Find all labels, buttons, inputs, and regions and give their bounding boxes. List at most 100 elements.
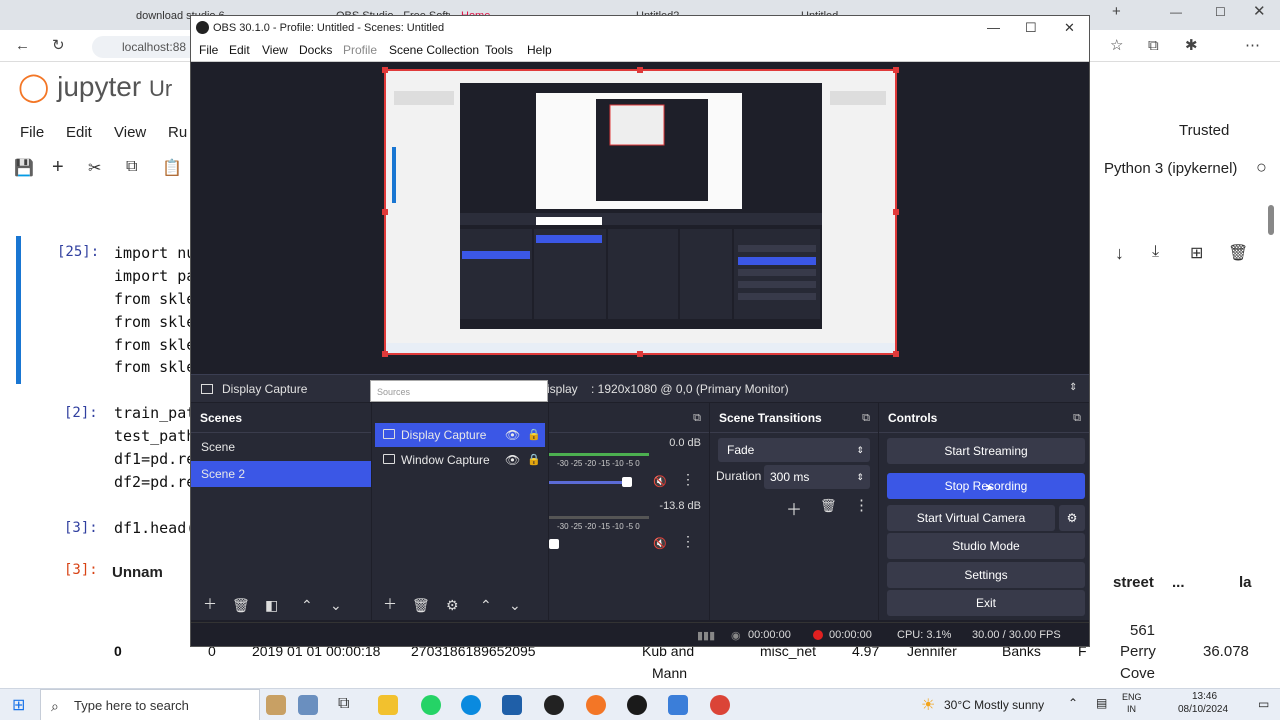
code-line[interactable]: df1=pd.re [114, 450, 195, 468]
display-select[interactable]: : 1920x1080 @ 0,0 (Primary Monitor) [591, 382, 789, 396]
new-tab-icon[interactable]: + [1112, 0, 1121, 28]
clock-time[interactable]: 13:46 [1192, 691, 1217, 702]
code-line[interactable]: test_path [114, 427, 195, 445]
back-icon[interactable]: ← [15, 30, 30, 62]
virtual-camera-settings-icon[interactable]: ⚙ [1059, 505, 1085, 531]
menu-scene-collection[interactable]: Scene Collection [389, 43, 479, 57]
menu-tools[interactable]: Tools [485, 43, 513, 57]
code-line[interactable]: from skle [114, 336, 195, 354]
move-down-icon[interactable]: ⌄ [509, 597, 521, 614]
volume-slider-knob[interactable] [622, 477, 632, 487]
copy-icon[interactable]: ⧉ [126, 158, 137, 176]
exit-button[interactable]: Exit [887, 590, 1085, 616]
transition-menu-icon[interactable]: ⋮ [854, 496, 869, 514]
preview-area[interactable] [191, 62, 1089, 374]
chrome-icon[interactable] [710, 695, 730, 715]
add-scene-icon[interactable]: ＋ [203, 594, 217, 614]
menu-docks[interactable]: Docks [299, 43, 332, 57]
jupyter-taskbar-icon[interactable] [586, 695, 606, 715]
language-region[interactable]: IN [1127, 704, 1136, 714]
cut-icon[interactable]: ✂ [88, 158, 101, 178]
scene-item-selected[interactable]: Scene 2 [191, 461, 371, 487]
add-source-icon[interactable]: ＋ [383, 594, 397, 614]
paste-icon[interactable]: 📋 [162, 158, 182, 178]
dock-popout-icon[interactable]: ⧉ [862, 403, 870, 433]
insert-below-icon[interactable]: ⤓ [1152, 243, 1159, 261]
resize-handle[interactable] [382, 209, 388, 215]
extensions-icon[interactable]: ✱ [1185, 30, 1198, 62]
code-line[interactable]: import nu [114, 244, 195, 262]
transition-select[interactable]: Fade ⇕ [718, 438, 870, 462]
obs-taskbar-icon[interactable] [544, 695, 564, 715]
taskbar-app-icon[interactable] [298, 695, 318, 715]
move-up-icon[interactable]: ⌃ [480, 597, 492, 614]
scene-filters-icon[interactable]: ◧ [265, 597, 278, 614]
move-down-icon[interactable]: ⌄ [330, 597, 342, 614]
resize-handle[interactable] [893, 67, 899, 73]
taskbar-search[interactable]: ⌕ Type here to search [40, 689, 260, 720]
notifications-icon[interactable]: ▭ [1258, 697, 1269, 711]
move-up-icon[interactable]: ⌃ [301, 597, 313, 614]
insert-above-icon[interactable]: ⊞ [1190, 243, 1203, 263]
menu-icon[interactable]: ⋯ [1245, 30, 1260, 62]
file-explorer-icon[interactable] [378, 695, 398, 715]
lock-icon[interactable]: 🔒 [527, 423, 541, 447]
start-virtual-camera-button[interactable]: Start Virtual Camera [887, 505, 1055, 531]
studio-mode-button[interactable]: Studio Mode [887, 533, 1085, 559]
maximize-icon[interactable]: ☐ [1025, 16, 1037, 40]
network-icon[interactable]: ▤ [1096, 696, 1107, 710]
maximize-icon[interactable]: ☐ [1215, 0, 1226, 28]
code-line[interactable]: train_pat [114, 404, 195, 422]
preview-canvas[interactable] [382, 67, 899, 357]
mute-icon[interactable]: 🔇 [653, 475, 667, 488]
minimize-icon[interactable]: — [1170, 0, 1182, 28]
jupyter-menu-file[interactable]: File [20, 124, 44, 141]
clock-date[interactable]: 08/10/2024 [1178, 704, 1228, 715]
favorites-icon[interactable]: ☆ [1110, 30, 1123, 62]
lock-icon[interactable]: 🔒 [527, 448, 541, 472]
volume-slider-knob[interactable] [549, 539, 559, 549]
jupyter-menu-view[interactable]: View [114, 124, 146, 141]
resize-handle[interactable] [893, 209, 899, 215]
trusted-indicator[interactable]: Trusted [1179, 122, 1229, 139]
jupyter-menu-run[interactable]: Ru [168, 124, 187, 141]
duration-input[interactable]: 300 ms ⇕ [764, 465, 870, 489]
menu-view[interactable]: View [262, 43, 288, 57]
settings-button[interactable]: Settings [887, 562, 1085, 588]
close-icon[interactable]: ✕ [1064, 16, 1075, 40]
mute-icon[interactable]: 🔇 [653, 537, 667, 550]
weather-text[interactable]: 30°C Mostly sunny [944, 698, 1044, 712]
remove-source-icon[interactable]: 🗑 [412, 597, 430, 614]
taskbar-app-icon[interactable] [502, 695, 522, 715]
resize-handle[interactable] [637, 351, 643, 357]
whatsapp-icon[interactable] [421, 695, 441, 715]
code-line[interactable]: from skle [114, 313, 195, 331]
scene-item[interactable]: Scene [191, 434, 371, 460]
source-properties-icon[interactable]: ⚙ [446, 597, 459, 614]
menu-help[interactable]: Help [527, 43, 552, 57]
dock-popout-icon[interactable]: ⧉ [693, 403, 701, 433]
dropdown-icon[interactable]: ⇕ [1069, 382, 1077, 393]
reload-icon[interactable]: ↻ [52, 30, 65, 62]
delete-cell-icon[interactable]: 🗑 [1228, 243, 1248, 263]
code-line[interactable]: from skle [114, 358, 195, 376]
windows-start-icon[interactable]: ⊞ [12, 695, 25, 715]
menu-profile[interactable]: Profile [343, 43, 377, 57]
kernel-name[interactable]: Python 3 (ipykernel) [1104, 160, 1237, 177]
taskbar-app-icon[interactable] [668, 695, 688, 715]
save-icon[interactable]: 💾 [14, 158, 34, 178]
move-down-icon[interactable]: ↓ [1115, 243, 1124, 264]
code-line[interactable]: df1.head( [114, 519, 195, 537]
channel-menu-icon[interactable]: ⋮ [681, 533, 695, 550]
resize-handle[interactable] [637, 67, 643, 73]
visibility-eye-icon[interactable]: 👁 [505, 448, 520, 472]
remove-transition-icon[interactable]: 🗑 [820, 498, 837, 514]
visibility-eye-icon[interactable]: 👁 [505, 423, 520, 447]
dock-popout-icon[interactable]: ⧉ [1073, 403, 1081, 433]
source-item[interactable]: Window Capture 👁 🔒 [375, 448, 545, 472]
source-item[interactable]: Display Capture 👁 🔒 [375, 423, 545, 447]
task-view-icon[interactable]: ⧉ [338, 695, 349, 713]
media-player-icon[interactable] [627, 695, 647, 715]
add-transition-icon[interactable]: ＋ [786, 496, 802, 520]
language-indicator[interactable]: ENG [1122, 692, 1142, 702]
